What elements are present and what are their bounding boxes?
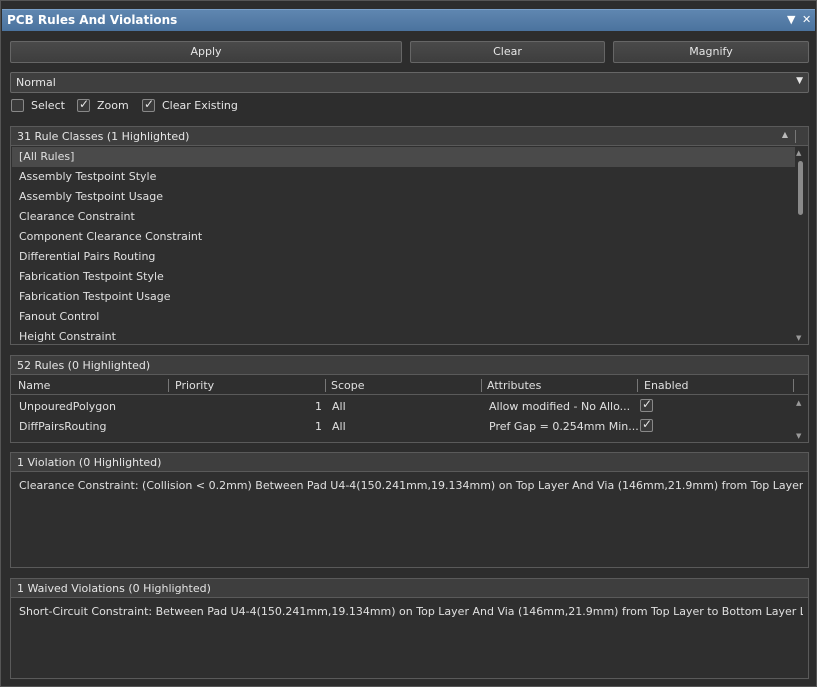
rule-enabled-checkbox[interactable]: ✓ xyxy=(640,417,653,432)
list-item[interactable]: Assembly Testpoint Usage xyxy=(12,187,797,207)
select-checkbox-label: Select xyxy=(31,99,65,112)
scroll-down-icon[interactable]: ▼ xyxy=(796,334,801,342)
scroll-up-icon[interactable]: ▲ xyxy=(796,399,801,407)
list-item[interactable]: Component Clearance Constraint xyxy=(12,227,797,247)
list-item-label: [All Rules] xyxy=(19,150,75,163)
list-item[interactable]: Fabrication Testpoint Usage xyxy=(12,287,797,307)
checkbox-box[interactable] xyxy=(11,99,24,112)
violation-item[interactable]: Clearance Constraint: (Collision < 0.2mm… xyxy=(19,479,803,492)
list-item-label: Fanout Control xyxy=(19,310,100,323)
column-separator[interactable] xyxy=(481,379,482,392)
waived-violation-item[interactable]: Short-Circuit Constraint: Between Pad U4… xyxy=(19,605,803,618)
checkbox-box[interactable]: ✓ xyxy=(142,97,155,112)
violations-section: 1 Violation (0 Highlighted) Clearance Co… xyxy=(10,452,809,568)
list-item-label: Differential Pairs Routing xyxy=(19,250,156,263)
column-priority[interactable]: Priority xyxy=(175,379,214,392)
waived-violations-section: 1 Waived Violations (0 Highlighted) Shor… xyxy=(10,578,809,679)
clear-button[interactable]: Clear xyxy=(410,41,605,63)
sort-up-icon[interactable]: ▲ xyxy=(782,130,788,139)
apply-button[interactable]: Apply xyxy=(10,41,402,63)
rules-header-text: 52 Rules (0 Highlighted) xyxy=(17,359,151,372)
rules-section: 52 Rules (0 Highlighted) Name Priority S… xyxy=(10,355,809,443)
list-item[interactable]: Assembly Testpoint Style xyxy=(12,167,797,187)
rules-column-header: Name Priority Scope Attributes Enabled xyxy=(11,376,808,395)
close-icon[interactable]: ✕ xyxy=(802,13,811,26)
column-separator[interactable] xyxy=(793,379,794,392)
magnify-button[interactable]: Magnify xyxy=(613,41,809,63)
list-item-label: Assembly Testpoint Style xyxy=(19,170,157,183)
column-name[interactable]: Name xyxy=(18,379,50,392)
column-attributes[interactable]: Attributes xyxy=(487,379,541,392)
rule-priority: 1 xyxy=(315,420,322,433)
panel-menu-icon[interactable]: ▼ xyxy=(787,13,795,26)
table-row[interactable]: UnpouredPolygon 1 All Allow modified - N… xyxy=(12,397,792,417)
zoom-checkbox-label: Zoom xyxy=(97,99,129,112)
violations-header: 1 Violation (0 Highlighted) xyxy=(11,453,808,472)
clear-existing-checkbox-label: Clear Existing xyxy=(162,99,238,112)
list-item-label: Fabrication Testpoint Usage xyxy=(19,290,171,303)
mode-dropdown[interactable]: Normal ▼ xyxy=(10,72,809,93)
scroll-up-icon[interactable]: ▲ xyxy=(796,149,801,157)
list-item-label: Height Constraint xyxy=(19,330,116,343)
header-separator xyxy=(795,130,796,143)
checkmark-icon: ✓ xyxy=(144,97,155,111)
panel-title-bar[interactable]: PCB Rules And Violations ▼ ✕ xyxy=(2,9,815,31)
rule-attributes: Allow modified - No Allo... xyxy=(489,400,631,413)
waived-violations-header: 1 Waived Violations (0 Highlighted) xyxy=(11,579,808,598)
checkmark-icon: ✓ xyxy=(79,97,90,111)
rules-header: 52 Rules (0 Highlighted) xyxy=(11,356,808,375)
rule-enabled-checkbox[interactable]: ✓ xyxy=(640,397,653,412)
list-item-label: Component Clearance Constraint xyxy=(19,230,203,243)
chevron-down-icon: ▼ xyxy=(796,76,803,86)
rule-scope: All xyxy=(332,400,346,413)
panel-title: PCB Rules And Violations xyxy=(7,13,178,27)
column-separator[interactable] xyxy=(637,379,638,392)
mode-dropdown-value: Normal xyxy=(16,76,56,89)
rule-name: DiffPairsRouting xyxy=(19,420,107,433)
checkbox-box[interactable]: ✓ xyxy=(77,97,90,112)
rule-priority: 1 xyxy=(315,400,322,413)
rule-scope: All xyxy=(332,420,346,433)
pcb-rules-panel: PCB Rules And Violations ▼ ✕ Apply Clear… xyxy=(0,0,817,687)
list-item-label: Clearance Constraint xyxy=(19,210,135,223)
checkmark-icon: ✓ xyxy=(642,397,653,411)
list-item[interactable]: Differential Pairs Routing xyxy=(12,247,797,267)
violations-header-text: 1 Violation (0 Highlighted) xyxy=(17,456,162,469)
checkmark-icon: ✓ xyxy=(642,417,653,431)
list-item[interactable]: Fabrication Testpoint Style xyxy=(12,267,797,287)
list-item[interactable]: Height Constraint xyxy=(12,327,797,344)
waived-violations-header-text: 1 Waived Violations (0 Highlighted) xyxy=(17,582,211,595)
rule-classes-header: 31 Rule Classes (1 Highlighted) ▲ xyxy=(11,127,808,146)
list-item[interactable]: Clearance Constraint xyxy=(12,207,797,227)
rule-name: UnpouredPolygon xyxy=(19,400,116,413)
rule-attributes: Pref Gap = 0.254mm Min... xyxy=(489,420,639,433)
rule-classes-scrollbar[interactable]: ▲ ▼ xyxy=(795,147,807,344)
rule-classes-section: 31 Rule Classes (1 Highlighted) ▲ [All R… xyxy=(10,126,809,345)
list-item[interactable]: [All Rules] xyxy=(12,147,797,167)
rule-classes-header-text: 31 Rule Classes (1 Highlighted) xyxy=(17,130,190,143)
list-item-label: Assembly Testpoint Usage xyxy=(19,190,163,203)
column-scope[interactable]: Scope xyxy=(331,379,365,392)
list-item[interactable]: Fanout Control xyxy=(12,307,797,327)
column-separator[interactable] xyxy=(325,379,326,392)
rules-scrollbar[interactable]: ▲ ▼ xyxy=(795,397,807,442)
column-enabled[interactable]: Enabled xyxy=(644,379,688,392)
column-separator[interactable] xyxy=(168,379,169,392)
list-item-label: Fabrication Testpoint Style xyxy=(19,270,164,283)
scroll-down-icon[interactable]: ▼ xyxy=(796,432,801,440)
scrollbar-thumb[interactable] xyxy=(798,161,803,215)
table-row[interactable]: DiffPairsRouting 1 All Pref Gap = 0.254m… xyxy=(12,417,792,437)
